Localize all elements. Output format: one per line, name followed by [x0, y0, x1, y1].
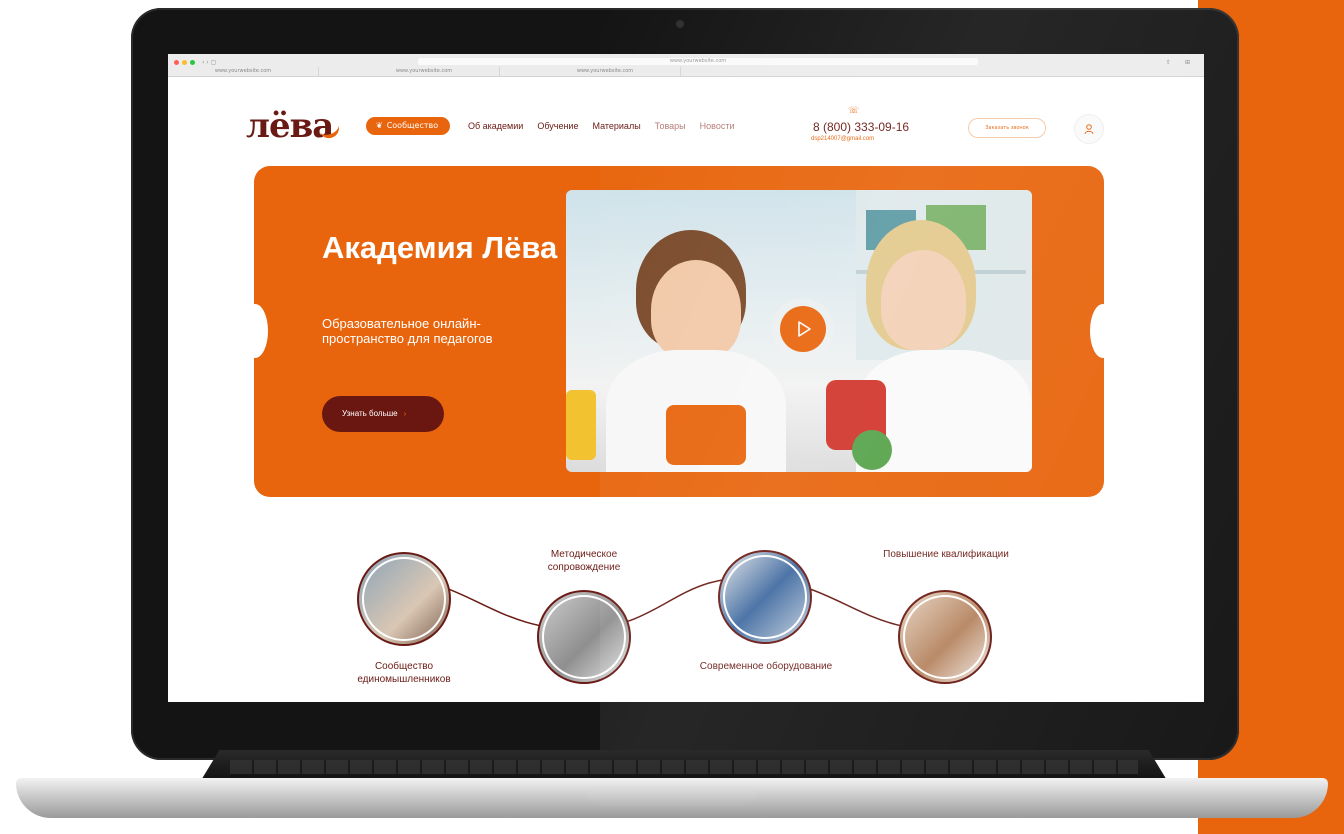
phone-icon: ☏ [848, 106, 860, 116]
laptop-keys [230, 760, 1138, 774]
address-bar[interactable]: www.yourwebsite.com [418, 58, 978, 65]
nav-item-about[interactable]: Об академии [468, 117, 523, 135]
child-girl-face [881, 250, 966, 350]
feature-label-community: Сообщество единомышленников [357, 661, 451, 685]
toy-block [852, 430, 892, 470]
nav-community-button[interactable]: ❦ Сообщество [366, 117, 451, 135]
nav-item-news[interactable]: Новости [700, 117, 735, 135]
minimize-window-icon[interactable] [182, 60, 187, 65]
email-address[interactable]: dsp214007@gmail.com [811, 136, 874, 142]
main-nav: Об академии Обучение Материалы Товары Но… [468, 117, 734, 135]
phone-number[interactable]: 8 (800) 333-09-16 [813, 120, 909, 134]
child-boy-face [651, 260, 741, 360]
browser-tabs: www.yourwebsite.com www.yourwebsite.com … [168, 67, 1204, 76]
feature-label-qualification: Повышение квалификации [883, 549, 1009, 560]
user-account-button[interactable] [1074, 114, 1104, 144]
browser-actions-icon[interactable]: ⇧ ⊞ [1166, 59, 1196, 66]
hero-notch-left [242, 304, 268, 358]
feature-community-image[interactable] [357, 552, 451, 646]
user-icon [1084, 124, 1094, 135]
maximize-window-icon[interactable] [190, 60, 195, 65]
browser-tab[interactable]: www.yourwebsite.com [349, 67, 500, 76]
toy-block [566, 390, 596, 460]
window-controls[interactable] [174, 60, 195, 65]
community-icon: ❦ [376, 121, 383, 130]
callback-button[interactable]: Заказать звонок [968, 118, 1046, 138]
close-window-icon[interactable] [174, 60, 179, 65]
hero-title: Академия Лёва [322, 230, 558, 265]
laptop-screen: ‹ › ▢ www.yourwebsite.com ⇧ ⊞ www.yourwe… [168, 54, 1204, 702]
learn-more-button[interactable]: Узнать больше › [322, 396, 444, 432]
back-forward-icon[interactable]: ‹ › ▢ [202, 59, 216, 66]
chevron-right-icon: › [403, 409, 407, 418]
feature-label-equipment: Современное оборудование [699, 661, 833, 672]
feature-qualification-image[interactable] [898, 590, 992, 684]
browser-chrome: ‹ › ▢ www.yourwebsite.com ⇧ ⊞ www.yourwe… [168, 54, 1204, 77]
toy-block [666, 405, 746, 465]
hero-notch-right [1090, 304, 1116, 358]
browser-tab[interactable]: www.yourwebsite.com [530, 67, 681, 76]
nav-community-label: Сообщество [386, 121, 439, 130]
feature-label-methodology: Методическое сопровождение [547, 549, 621, 573]
feature-equipment-image[interactable] [718, 550, 812, 644]
hero-subtitle: Образовательное онлайн-пространство для … [322, 316, 493, 346]
play-icon [780, 306, 826, 352]
browser-tab[interactable]: www.yourwebsite.com [168, 67, 319, 76]
laptop-base-notch [586, 790, 758, 806]
feature-methodology-image[interactable] [537, 590, 631, 684]
learn-more-label: Узнать больше [342, 409, 398, 418]
nav-item-goods[interactable]: Товары [655, 117, 686, 135]
nav-item-learning[interactable]: Обучение [537, 117, 578, 135]
laptop-camera [676, 20, 684, 28]
play-video-button[interactable] [772, 298, 834, 360]
nav-item-materials[interactable]: Материалы [592, 117, 640, 135]
